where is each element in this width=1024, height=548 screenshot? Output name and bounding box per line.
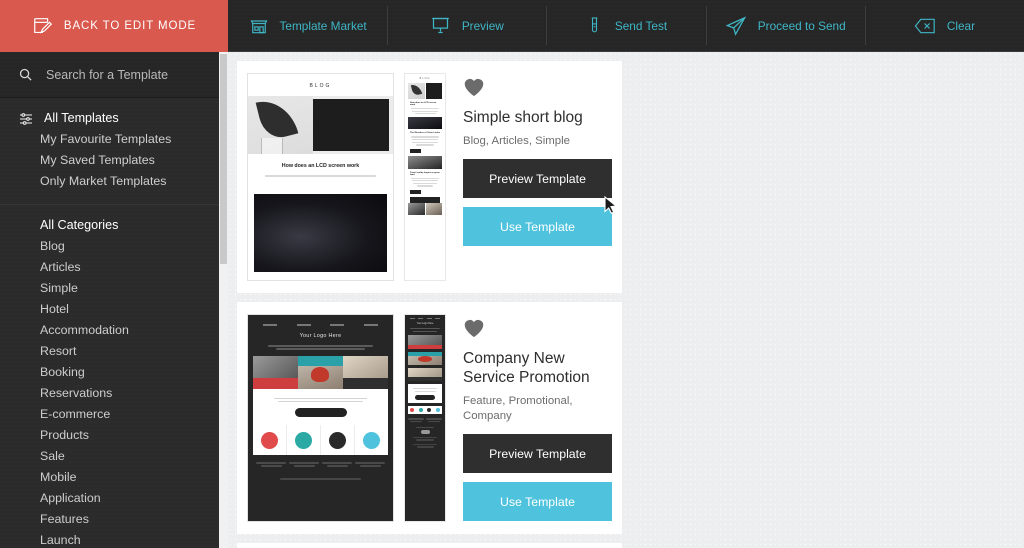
- sidebar-item-blog[interactable]: Blog: [0, 236, 228, 257]
- thumb-logo: Your Logo Here: [299, 332, 342, 339]
- search-input[interactable]: Search for a Template: [0, 52, 228, 98]
- sidebar-item-hotel[interactable]: Hotel: [0, 299, 228, 320]
- template-card[interactable]: Royal Palace HOTELS & RESORTS About Roya…: [237, 543, 622, 548]
- app-root: BACK TO EDIT MODE Search for a Template …: [0, 0, 1024, 548]
- sidebar-item-label: All Templates: [44, 111, 119, 125]
- sidebar-item-label: Features: [40, 512, 89, 526]
- sliders-icon: [18, 111, 34, 127]
- sidebar-item-features[interactable]: Features: [0, 509, 228, 530]
- template-name: Simple short blog: [463, 109, 583, 126]
- sidebar-item-label: Articles: [40, 260, 81, 274]
- search-icon: [18, 67, 33, 82]
- toolbar-item-proceed-to-send[interactable]: Proceed to Send: [705, 0, 865, 51]
- toolbar-item-send-test[interactable]: Send Test: [546, 0, 705, 51]
- sidebar-item-label: Hotel: [40, 302, 69, 316]
- thumb-header: BLOG: [248, 74, 393, 96]
- template-tags: Blog, Articles, Simple: [463, 135, 570, 147]
- back-to-edit-mode-button[interactable]: BACK TO EDIT MODE: [0, 0, 228, 52]
- edit-mode-icon: [32, 15, 54, 37]
- sidebar-item-accommodation[interactable]: Accommodation: [0, 320, 228, 341]
- template-info: Company New Service Promotion Feature, P…: [446, 314, 612, 522]
- sidebar-item-label: E-commerce: [40, 407, 111, 421]
- sidebar-item-mobile[interactable]: Mobile: [0, 467, 228, 488]
- sidebar: BACK TO EDIT MODE Search for a Template …: [0, 0, 228, 548]
- sidebar-item-my-favourite-templates[interactable]: My Favourite Templates: [0, 129, 228, 150]
- sidebar-item-launch[interactable]: Launch: [0, 530, 228, 548]
- preview-template-button[interactable]: Preview Template: [463, 159, 612, 198]
- template-card[interactable]: Your Logo Here Your Logo Here Company Ne…: [237, 302, 622, 534]
- template-thumbnail-mobile[interactable]: Your Logo Here: [404, 314, 446, 522]
- sidebar-item-my-saved-templates[interactable]: My Saved Templates: [0, 150, 228, 171]
- toolbar-item-preview[interactable]: Preview: [387, 0, 546, 51]
- thumb-hero: [248, 96, 393, 154]
- thumb-cta: [294, 408, 347, 418]
- heart-icon[interactable]: [463, 318, 485, 338]
- sidebar-scrollbar-thumb[interactable]: [220, 54, 227, 264]
- template-thumbnail-mobile[interactable]: BLOG How does an LCD screen work The Won…: [404, 73, 446, 281]
- paper-plane-icon: [725, 15, 747, 37]
- test-tube-icon: [585, 16, 604, 35]
- category-list: All Categories Blog Articles Simple Hote…: [0, 205, 228, 548]
- sidebar-item-label: Blog: [40, 239, 65, 253]
- thumb-night-image: [254, 194, 387, 273]
- sidebar-item-e-commerce[interactable]: E-commerce: [0, 404, 228, 425]
- template-info: Simple short blog Blog, Articles, Simple…: [446, 73, 612, 281]
- sidebar-item-only-market-templates[interactable]: Only Market Templates: [0, 171, 228, 192]
- top-toolbar: Template Market Preview Send Test Procee…: [228, 0, 1024, 52]
- sidebar-item-label: Simple: [40, 281, 78, 295]
- sidebar-item-all-categories[interactable]: All Categories: [0, 215, 228, 236]
- toolbar-item-template-market[interactable]: Template Market: [228, 0, 387, 51]
- sidebar-item-label: Accommodation: [40, 323, 129, 337]
- search-placeholder: Search for a Template: [46, 67, 169, 82]
- thumb-headline: How does an LCD screen work: [281, 163, 360, 169]
- template-card[interactable]: BLOG How does an LCD screen work BLOG Ho…: [237, 61, 622, 293]
- sidebar-item-label: Sale: [40, 449, 65, 463]
- backspace-icon: [914, 16, 936, 36]
- sidebar-item-application[interactable]: Application: [0, 488, 228, 509]
- market-icon: [249, 16, 269, 36]
- sidebar-item-label: My Favourite Templates: [40, 132, 172, 146]
- thumb-caption: How does an LCD screen work: [248, 154, 393, 189]
- sidebar-item-all-templates[interactable]: All Templates: [0, 108, 228, 129]
- sidebar-item-label: My Saved Templates: [40, 153, 155, 167]
- template-tags: Feature, Promotional, Company: [463, 395, 573, 422]
- sidebar-item-label: Only Market Templates: [40, 174, 167, 188]
- sidebar-item-label: Mobile: [40, 470, 77, 484]
- template-thumbnail-desktop[interactable]: BLOG How does an LCD screen work: [247, 73, 394, 281]
- template-grid-area: BLOG How does an LCD screen work BLOG Ho…: [228, 52, 1024, 548]
- sidebar-item-booking[interactable]: Booking: [0, 362, 228, 383]
- use-template-button[interactable]: Use Template: [463, 207, 612, 246]
- use-template-button[interactable]: Use Template: [463, 482, 612, 521]
- template-name: Company New Service Promotion: [463, 350, 590, 386]
- sidebar-item-articles[interactable]: Articles: [0, 257, 228, 278]
- sidebar-item-resort[interactable]: Resort: [0, 341, 228, 362]
- sidebar-item-label: Resort: [40, 344, 77, 358]
- sidebar-item-label: Products: [40, 428, 89, 442]
- presentation-icon: [430, 15, 451, 36]
- sidebar-item-label: All Categories: [40, 218, 119, 232]
- toolbar-item-label: Preview: [461, 18, 504, 33]
- preview-template-button[interactable]: Preview Template: [463, 434, 612, 473]
- heart-icon[interactable]: [463, 77, 485, 97]
- template-thumbnail-desktop[interactable]: Your Logo Here: [247, 314, 394, 522]
- back-to-edit-mode-label: BACK TO EDIT MODE: [63, 20, 197, 32]
- sidebar-item-label: Launch: [40, 533, 81, 547]
- template-grid: BLOG How does an LCD screen work BLOG Ho…: [237, 61, 1015, 548]
- template-filter-list: All Templates My Favourite Templates My …: [0, 98, 228, 205]
- toolbar-item-label: Send Test: [614, 18, 668, 33]
- sidebar-item-reservations[interactable]: Reservations: [0, 383, 228, 404]
- toolbar-item-label: Clear: [946, 18, 976, 33]
- toolbar-item-label: Template Market: [279, 18, 367, 33]
- sidebar-item-products[interactable]: Products: [0, 425, 228, 446]
- sidebar-item-sale[interactable]: Sale: [0, 446, 228, 467]
- sidebar-item-simple[interactable]: Simple: [0, 278, 228, 299]
- sidebar-item-label: Reservations: [40, 386, 113, 400]
- toolbar-item-label: Proceed to Send: [757, 18, 846, 33]
- sidebar-scrollbar[interactable]: [219, 52, 228, 548]
- sidebar-item-label: Application: [40, 491, 101, 505]
- sidebar-item-label: Booking: [40, 365, 85, 379]
- toolbar-item-clear[interactable]: Clear: [864, 0, 1024, 51]
